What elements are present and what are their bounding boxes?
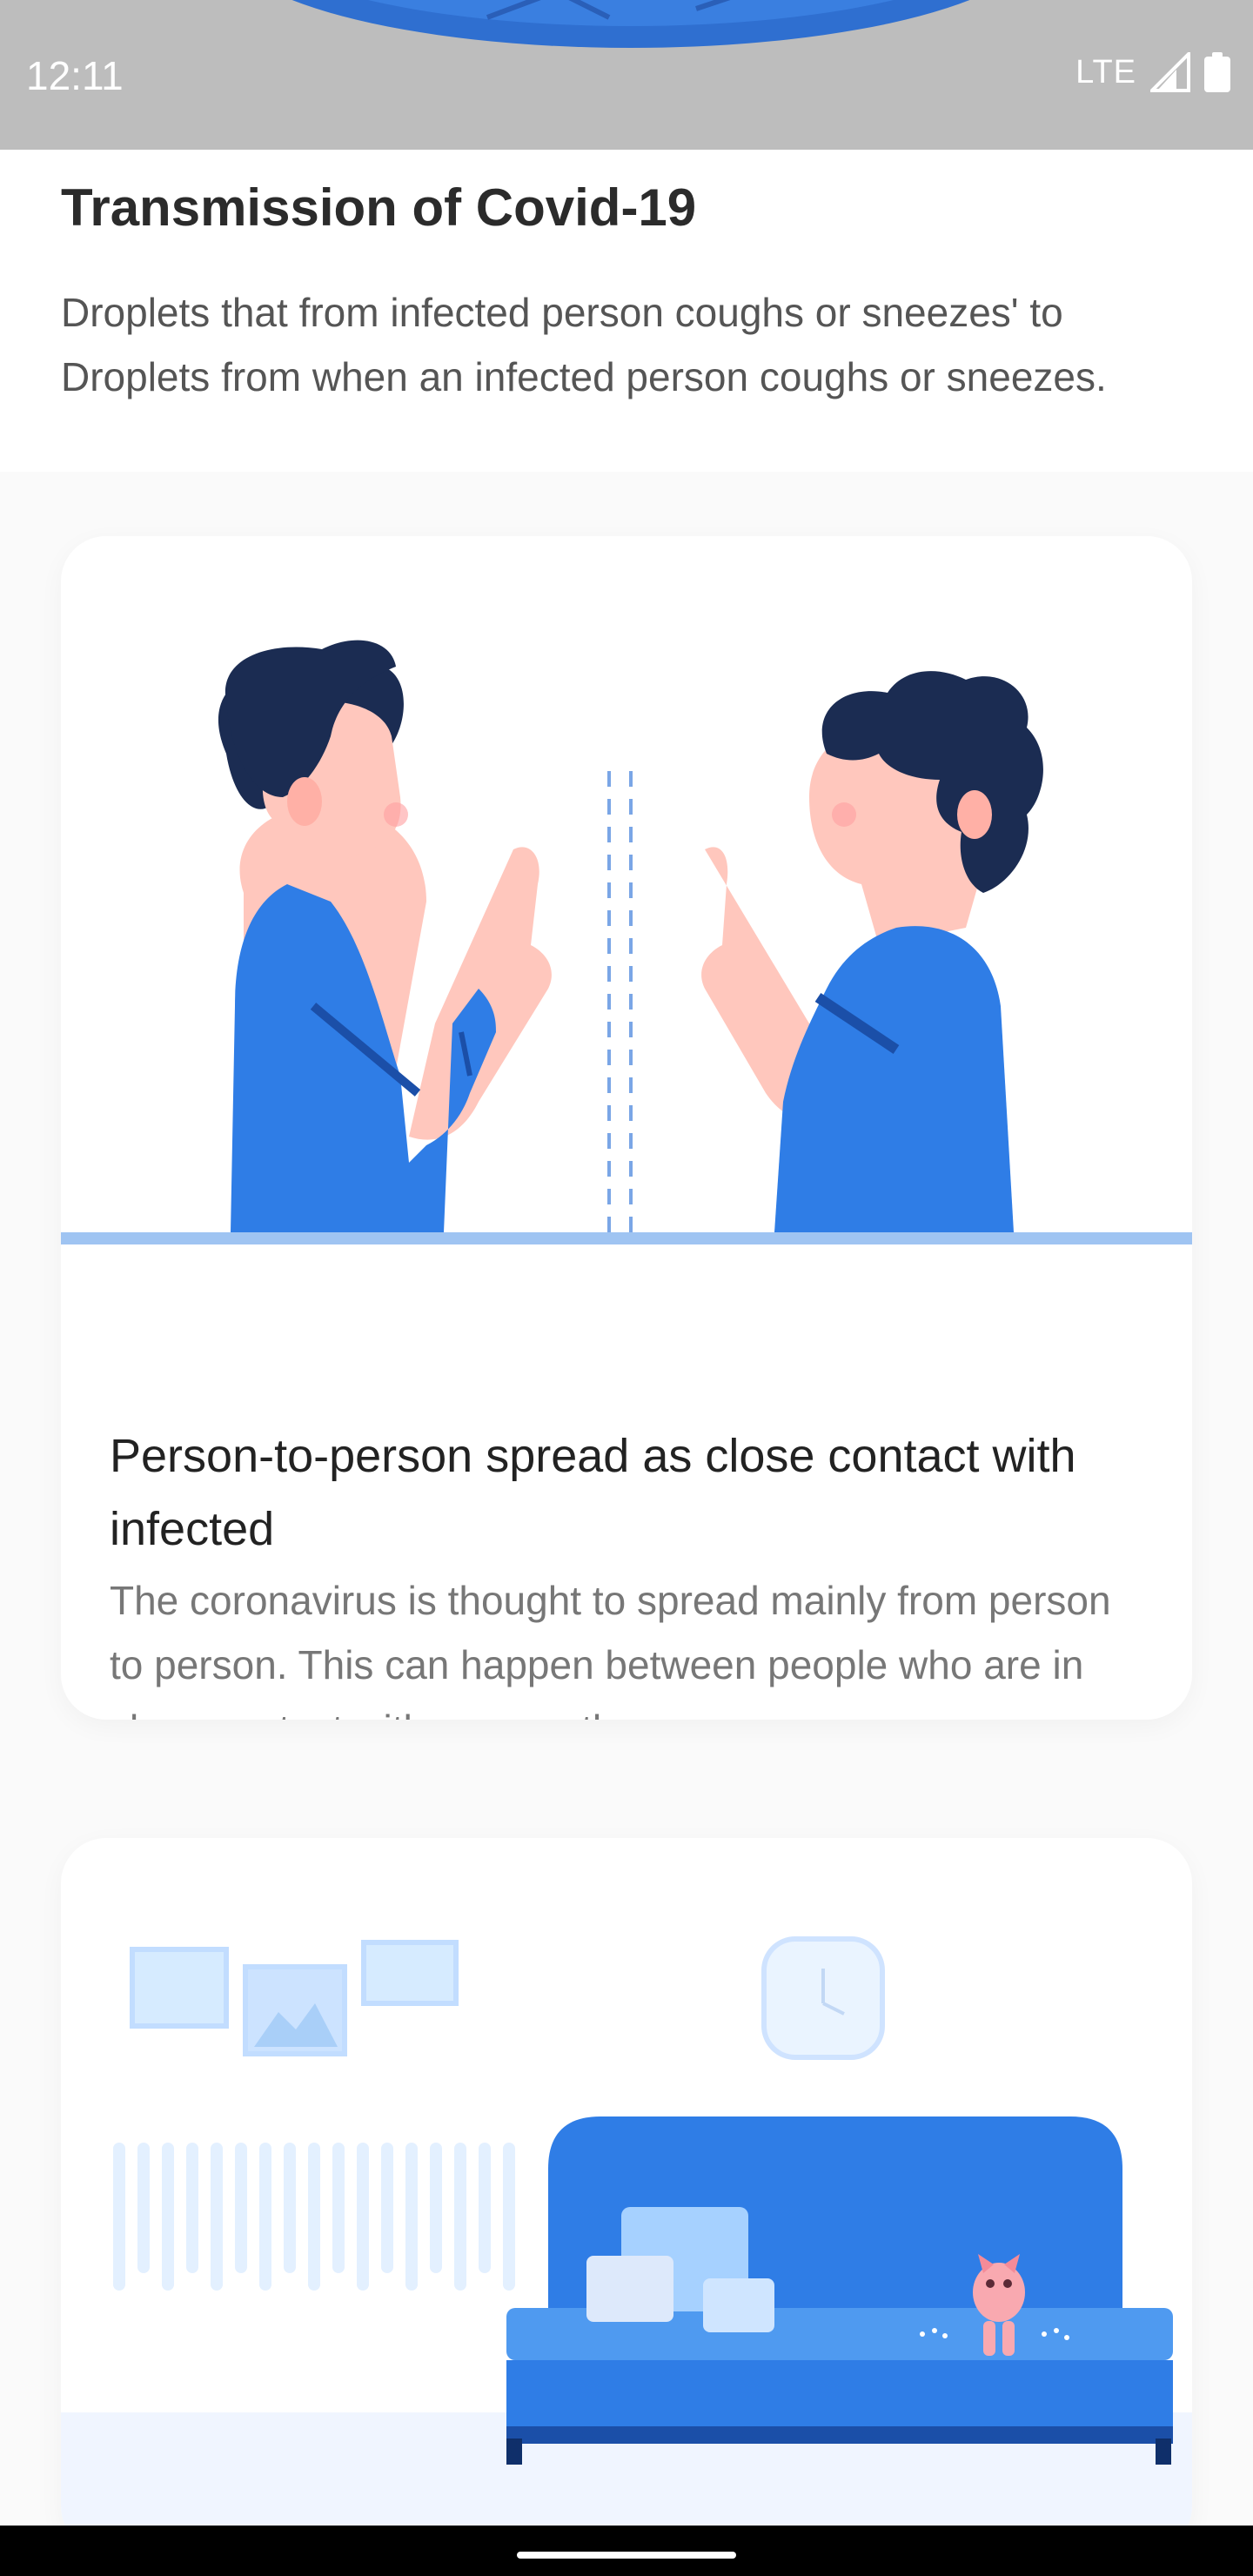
- card-title: Person-to-person spread as close contact…: [110, 1430, 1076, 1555]
- network-type: LTE: [1075, 53, 1136, 91]
- signal-icon: [1150, 52, 1190, 92]
- main-content[interactable]: Transmission of Covid-19 Droplets that f…: [0, 150, 1253, 2526]
- card-description: The coronavirus is thought to spread mai…: [110, 1578, 1111, 1720]
- status-time: 12:11: [26, 53, 124, 98]
- info-card-surfaces[interactable]: [61, 1838, 1192, 2526]
- page-description: Droplets that from infected person cough…: [61, 290, 1107, 399]
- page-title: Transmission of Covid-19: [61, 178, 697, 237]
- battery-icon: [1204, 52, 1230, 92]
- header-illustration: [291, 0, 970, 48]
- living-room-sofa-illustration: [61, 1936, 1192, 2526]
- two-people-distance-illustration: [61, 640, 1192, 1380]
- navigation-bar: [0, 2526, 1253, 2576]
- home-gesture-handle[interactable]: [517, 2552, 736, 2559]
- status-bar: 12:11 LTE: [0, 0, 1253, 150]
- status-icons: LTE: [1075, 52, 1230, 92]
- info-card-person-to-person[interactable]: Person-to-person spread as close contact…: [61, 536, 1192, 1720]
